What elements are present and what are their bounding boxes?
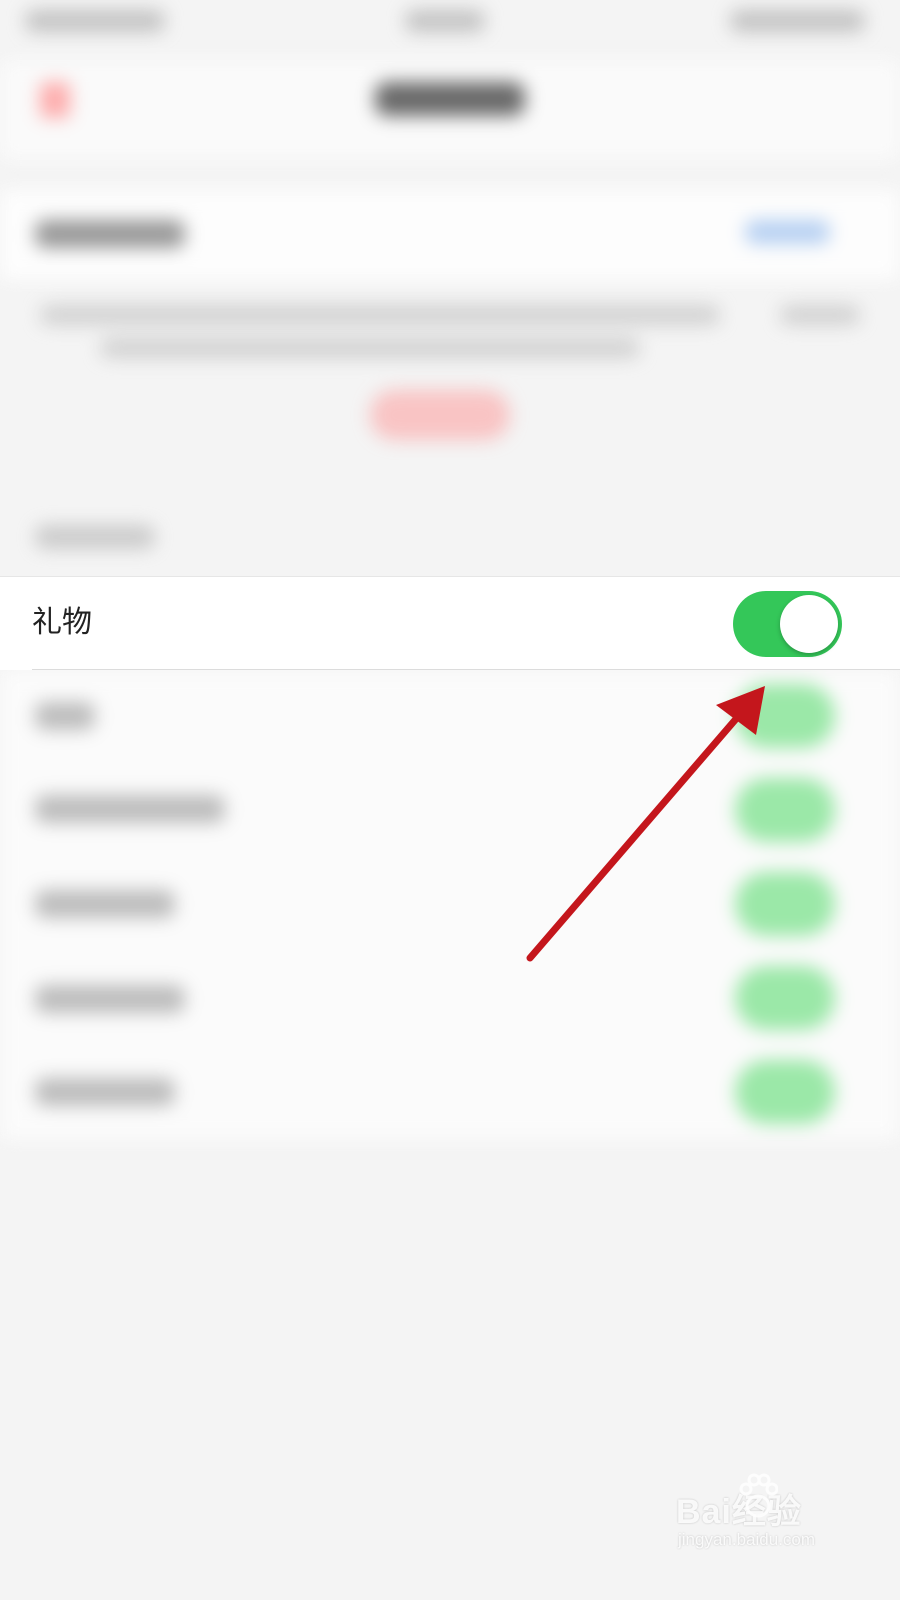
gift-toggle-switch[interactable]: [733, 591, 842, 657]
toggle-switch[interactable]: [735, 684, 835, 748]
toggle-switch[interactable]: [735, 778, 835, 842]
nav-bar: [0, 60, 900, 160]
status-bar: [0, 0, 900, 60]
row-divider: [32, 669, 900, 670]
toggle-switch[interactable]: [735, 872, 835, 936]
toggle-switch[interactable]: [735, 966, 835, 1030]
row-label: 礼物: [32, 605, 92, 640]
toggle-switch[interactable]: [735, 1060, 835, 1124]
paw-icon: [739, 1473, 778, 1518]
list-item: [35, 795, 225, 823]
list-item: [35, 1078, 175, 1106]
description-block: [0, 280, 900, 500]
toggle-knob[interactable]: [780, 595, 838, 653]
watermark-url: jingyan.baidu.com: [678, 1530, 816, 1549]
list-item: [35, 985, 185, 1013]
section-title: [35, 220, 185, 248]
action-button[interactable]: [370, 390, 510, 440]
page-title: [375, 82, 525, 116]
watermark: Bai经验 jingyan.baidu.com: [676, 1468, 876, 1580]
list-item: [35, 890, 175, 918]
section-link[interactable]: [745, 220, 830, 244]
group-label: [35, 525, 155, 549]
list-item: [35, 702, 95, 730]
section-header: [0, 190, 900, 280]
settings-row-gift: 礼物: [0, 576, 900, 670]
settings-list: [0, 670, 900, 1140]
back-icon[interactable]: [40, 82, 70, 118]
